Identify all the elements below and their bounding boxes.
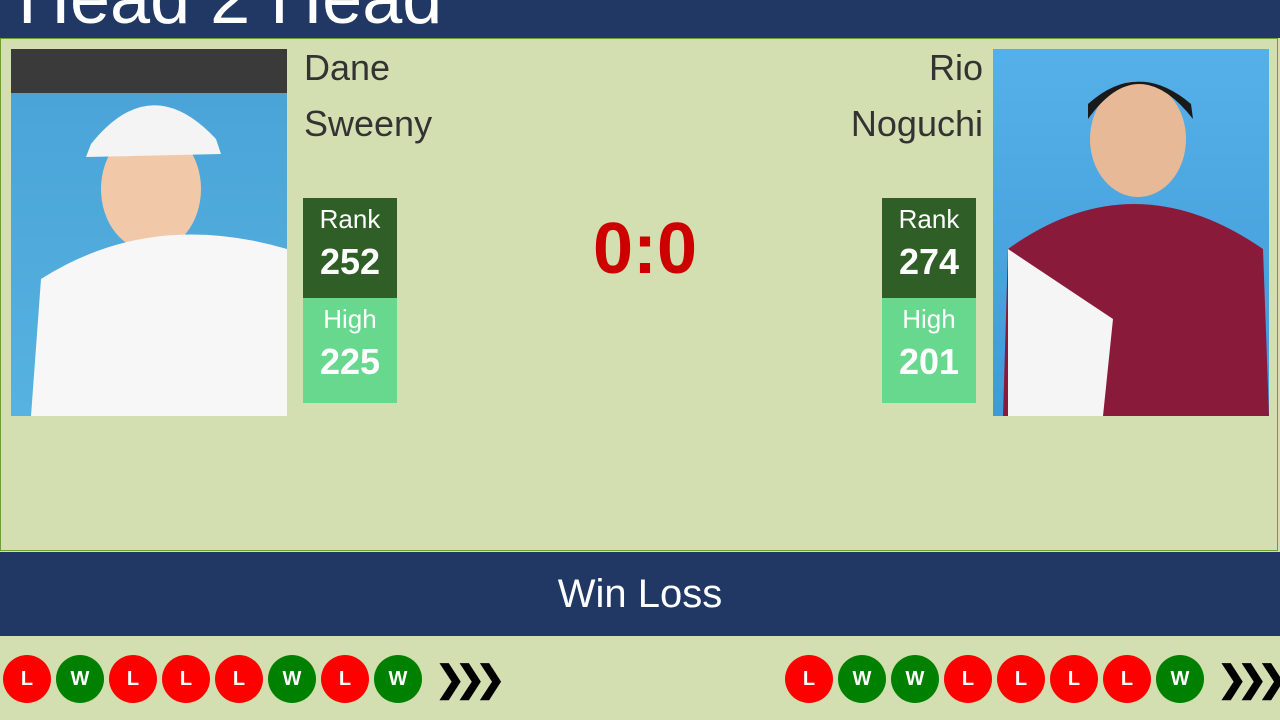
win-badge: W — [56, 655, 104, 703]
player-1-last-name: Sweeny — [304, 103, 433, 144]
player-2-form: L W W L L L L W ❯❯❯ — [785, 655, 1280, 703]
player-2-rank-box: Rank 274 High 201 — [882, 198, 976, 403]
high-value: 201 — [898, 341, 960, 382]
player-1-career-high: High 225 — [303, 298, 397, 403]
high-label: High — [902, 304, 956, 334]
high-label: High — [323, 304, 377, 334]
player-1-silhouette-icon — [31, 105, 287, 416]
player-1-form: L W L L L W L W ❯❯❯ — [3, 655, 505, 703]
player-1-first-name: Dane — [304, 47, 391, 88]
win-loss-header: Win Loss — [0, 552, 1280, 636]
loss-badge: L — [1103, 655, 1151, 703]
rank-value: 252 — [319, 241, 381, 282]
rank-value: 274 — [898, 241, 960, 282]
player-2-photo — [993, 49, 1269, 416]
win-badge: W — [1156, 655, 1204, 703]
player-2-career-high: High 201 — [882, 298, 976, 403]
loss-badge: L — [785, 655, 833, 703]
player-2-current-rank: Rank 274 — [882, 198, 976, 298]
player-2-last-name: Noguchi — [850, 103, 983, 144]
page-title: Head 2 Head — [18, 0, 442, 38]
loss-badge: L — [321, 655, 369, 703]
win-badge: W — [891, 655, 939, 703]
win-badge: W — [268, 655, 316, 703]
high-value: 225 — [319, 341, 381, 382]
player-2-silhouette-icon — [1003, 81, 1269, 416]
rank-label: Rank — [898, 204, 960, 234]
player-2-name[interactable]: Rio Noguchi — [851, 40, 983, 152]
loss-badge: L — [944, 655, 992, 703]
win-badge: W — [838, 655, 886, 703]
triple-chevron-right-icon[interactable]: ❯❯❯ — [435, 658, 505, 700]
rank-label: Rank — [319, 204, 381, 234]
header-bar: Head 2 Head — [0, 0, 1280, 38]
loss-badge: L — [215, 655, 263, 703]
player-1-rank-box: Rank 252 High 225 — [303, 198, 397, 403]
loss-badge: L — [109, 655, 157, 703]
loss-badge: L — [997, 655, 1045, 703]
loss-badge: L — [1050, 655, 1098, 703]
head-to-head-score: 0:0 — [592, 209, 698, 289]
player-1-name[interactable]: Dane Sweeny — [304, 40, 432, 152]
triple-chevron-right-icon[interactable]: ❯❯❯ — [1217, 658, 1280, 700]
player-1-photo — [11, 49, 287, 416]
loss-badge: L — [162, 655, 210, 703]
player-2-first-name: Rio — [928, 47, 983, 88]
player-1-current-rank: Rank 252 — [303, 198, 397, 298]
win-badge: W — [374, 655, 422, 703]
loss-badge: L — [3, 655, 51, 703]
